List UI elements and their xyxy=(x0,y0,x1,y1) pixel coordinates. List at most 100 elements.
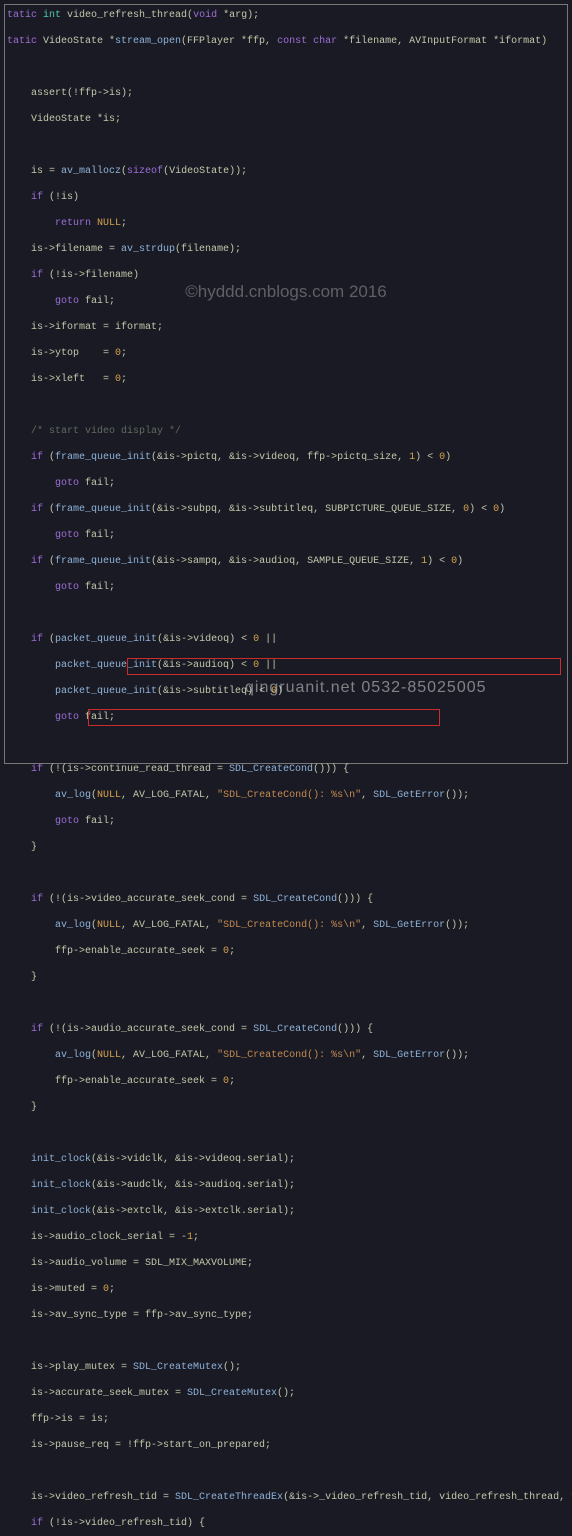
t: is->xleft = xyxy=(7,374,115,385)
t: (!(is->continue_read_thread = xyxy=(43,764,229,775)
t: is->ytop = xyxy=(7,348,115,359)
kw: if xyxy=(7,894,43,905)
fn: frame_queue_init xyxy=(55,452,151,463)
t: (&is->extclk, &is->extclk.serial); xyxy=(91,1206,295,1217)
t: (!is) xyxy=(43,192,79,203)
kw: tatic xyxy=(7,36,37,47)
t: , AV_LOG_FATAL, xyxy=(121,790,217,801)
n: NULL xyxy=(97,1050,121,1061)
t: (&is->pictq, &is->videoq, ffp->pictq_siz… xyxy=(151,452,409,463)
fn: packet_queue_init xyxy=(55,660,157,671)
t: ())) { xyxy=(337,1024,373,1035)
kw: goto xyxy=(7,530,79,541)
t: ( xyxy=(43,504,55,515)
kw: if xyxy=(7,1518,43,1529)
comment: /* start video display */ xyxy=(7,426,181,437)
t: ffp->is = is; xyxy=(7,1413,565,1426)
kw: if xyxy=(7,192,43,203)
t: *filename, AVInputFormat *iformat) xyxy=(337,36,547,47)
t: (VideoState)); xyxy=(163,166,247,177)
t: ; xyxy=(109,1284,115,1295)
kw: goto xyxy=(7,296,79,307)
kw: if xyxy=(7,452,43,463)
kw: void xyxy=(193,10,217,21)
n: NULL xyxy=(97,790,121,801)
fn: SDL_CreateCond xyxy=(253,1024,337,1035)
fn: SDL_CreateCond xyxy=(253,894,337,905)
t: fail; xyxy=(79,296,115,307)
fn: SDL_GetError xyxy=(373,920,445,931)
t: (&is->audclk, &is->audioq.serial); xyxy=(91,1180,295,1191)
t: assert(!ffp->is); xyxy=(7,87,565,100)
t: is->pause_req = !ffp->start_on_prepared; xyxy=(7,1439,565,1452)
fn: av_log xyxy=(7,1050,91,1061)
kw: if xyxy=(7,504,43,515)
t: ; xyxy=(193,1232,199,1243)
t: ) < xyxy=(427,556,451,567)
kw: tatic xyxy=(7,10,37,21)
fn: init_clock xyxy=(7,1154,91,1165)
t: , xyxy=(361,1050,373,1061)
kw: if xyxy=(7,764,43,775)
fn: init_clock xyxy=(7,1180,91,1191)
str: "SDL_CreateCond(): %s\n" xyxy=(217,920,361,931)
t: || xyxy=(259,660,277,671)
t: (); xyxy=(223,1362,241,1373)
fn: frame_queue_init xyxy=(55,504,151,515)
t: fail; xyxy=(79,478,115,489)
t: is->av_sync_type = ffp->av_sync_type; xyxy=(7,1309,565,1322)
t: ) xyxy=(457,556,463,567)
kw: goto xyxy=(7,712,79,723)
t: (!is->video_refresh_tid) { xyxy=(43,1518,205,1529)
t: (&is->audioq) < xyxy=(157,660,253,671)
t: (!(is->audio_accurate_seek_cond = xyxy=(43,1024,253,1035)
t: || xyxy=(259,634,277,645)
t: ffp->enable_accurate_seek = xyxy=(7,946,223,957)
fn: SDL_CreateMutex xyxy=(133,1362,223,1373)
t: ; xyxy=(121,348,127,359)
t: ; xyxy=(229,946,235,957)
fn: packet_queue_init xyxy=(55,686,157,697)
fn: frame_queue_init xyxy=(55,556,151,567)
type: int xyxy=(37,10,61,21)
fn: SDL_CreateCond xyxy=(229,764,313,775)
t: (&is->subtitleq) < xyxy=(157,686,271,697)
t: } xyxy=(7,1101,565,1114)
t: is->filename = xyxy=(7,244,121,255)
t: is->play_mutex = xyxy=(7,1362,133,1373)
kw: if xyxy=(7,270,43,281)
t: (&is->_video_refresh_tid, video_refresh_… xyxy=(283,1492,572,1503)
t: (FFPlayer *ffp, xyxy=(181,36,277,47)
t: , xyxy=(361,790,373,801)
t: ())) { xyxy=(313,764,349,775)
fn: SDL_CreateThreadEx xyxy=(175,1492,283,1503)
t: *arg); xyxy=(217,10,259,21)
kw: sizeof xyxy=(127,166,163,177)
t: (filename); xyxy=(175,244,241,255)
t: (&is->videoq) < xyxy=(157,634,253,645)
kw: goto xyxy=(7,582,79,593)
kw: if xyxy=(7,1024,43,1035)
t: (&is->sampq, &is->audioq, SAMPLE_QUEUE_S… xyxy=(151,556,421,567)
t: fail; xyxy=(79,530,115,541)
t xyxy=(7,660,55,671)
t xyxy=(7,686,55,697)
num: NULL xyxy=(97,218,121,229)
t: fail; xyxy=(79,816,115,827)
fn: av_log xyxy=(7,920,91,931)
fn: SDL_GetError xyxy=(373,790,445,801)
t: ( xyxy=(43,634,55,645)
t: is->video_refresh_tid = xyxy=(7,1492,175,1503)
t: , AV_LOG_FATAL, xyxy=(121,920,217,931)
t: is->iformat = iformat; xyxy=(7,321,565,334)
t: (!is->filename) xyxy=(43,270,139,281)
t: ) < xyxy=(415,452,439,463)
t: } xyxy=(7,841,565,854)
t: , AV_LOG_FATAL, xyxy=(121,1050,217,1061)
t: VideoState *is; xyxy=(7,113,565,126)
str: "SDL_CreateCond(): %s\n" xyxy=(217,790,361,801)
t: ( xyxy=(43,556,55,567)
kw: if xyxy=(7,634,43,645)
fn: SDL_CreateMutex xyxy=(187,1388,277,1399)
t: ()); xyxy=(445,1050,469,1061)
